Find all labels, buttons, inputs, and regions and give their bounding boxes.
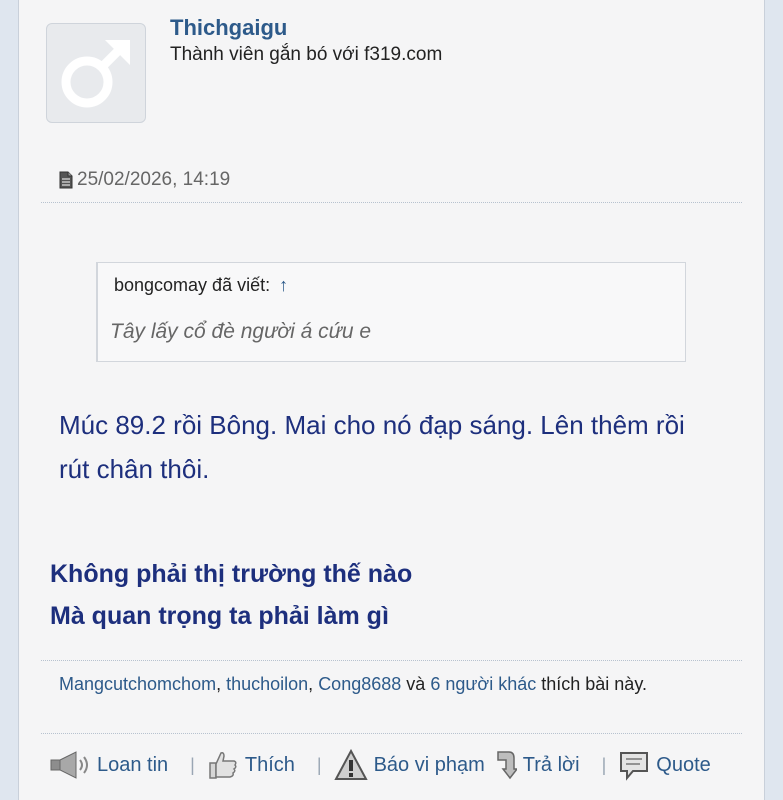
action-separator: | <box>601 754 607 775</box>
quote-author: bongcomay đã viết: <box>114 275 271 295</box>
divider <box>41 733 742 734</box>
reply-arrow-icon <box>497 751 517 780</box>
share-label: Loan tin <box>97 753 169 776</box>
quote-text: Tây lấy cổ đè người á cứu e <box>110 320 372 343</box>
megaphone-icon <box>50 751 88 779</box>
share-button[interactable]: Loan tin <box>49 749 168 781</box>
signature-line: Không phải thị trường thế nào <box>50 560 413 588</box>
divider <box>41 660 742 661</box>
thumbs-up-icon <box>209 752 237 779</box>
warning-icon <box>333 749 368 780</box>
likes-connector: và <box>406 674 426 694</box>
male-symbol-icon <box>61 40 130 108</box>
likes-suffix: thích bài này. <box>541 674 647 694</box>
quote-jump-arrow[interactable]: ↑ <box>279 275 288 295</box>
liker-link[interactable]: Cong8688 <box>318 674 401 694</box>
liker-link[interactable]: Mangcutchomchom <box>59 674 216 694</box>
speech-bubble-icon <box>620 752 649 781</box>
post-date[interactable]: 25/02/2026, 14:19 <box>59 169 230 191</box>
reply-button[interactable]: Trả lời <box>495 749 580 781</box>
signature: Không phải thị trường thế nào Mà quan tr… <box>50 553 412 637</box>
action-separator: | <box>316 754 322 775</box>
quote-header: bongcomay đã viết: ↑ <box>114 275 288 296</box>
divider <box>41 202 742 203</box>
post-message: Múc 89.2 rồi Bông. Mai cho nó đạp sáng. … <box>59 410 685 484</box>
report-button[interactable]: Báo vi phạm <box>333 749 485 781</box>
likes-others-link[interactable]: 6 người khác <box>430 674 536 694</box>
avatar[interactable] <box>46 23 146 123</box>
quote-block: bongcomay đã viết: ↑ Tây lấy cổ đè người… <box>96 262 686 362</box>
reply-label: Trả lời <box>522 753 580 776</box>
post-date-text: 25/02/2026, 14:19 <box>77 169 231 190</box>
likes-summary: Mangcutchomchom, thuchoilon, Cong8688 và… <box>59 674 647 694</box>
quote-button[interactable]: Quote <box>618 749 711 781</box>
username-link[interactable]: Thichgaigu <box>170 15 287 41</box>
like-label: Thích <box>244 753 295 776</box>
post-container: Thichgaigu Thành viên gắn bó với f319.co… <box>18 0 765 800</box>
action-separator: | <box>190 754 195 775</box>
signature-line: Mà quan trọng ta phải làm gì <box>50 602 389 630</box>
document-icon <box>59 171 73 189</box>
user-title: Thành viên gắn bó với f319.com <box>170 44 443 65</box>
liker-link[interactable]: thuchoilon <box>226 674 308 694</box>
report-label: Báo vi phạm <box>373 753 485 776</box>
quote-label: Quote <box>656 753 711 776</box>
like-button[interactable]: Thích <box>207 749 295 781</box>
post-actions: Loan tin | Thích | Báo vi phạm Trả lời |… <box>49 745 711 785</box>
